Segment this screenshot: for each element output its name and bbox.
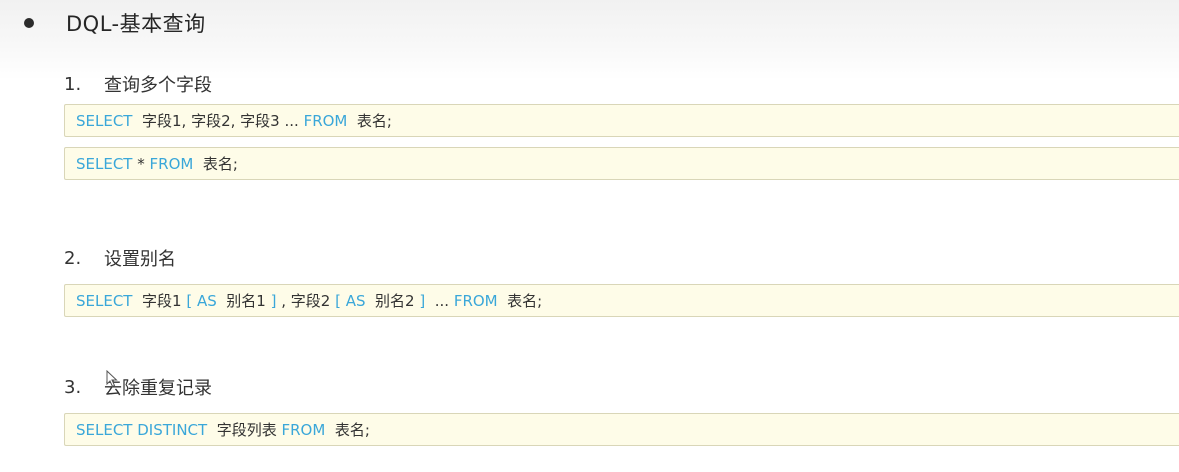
section-label: 去除重复记录	[104, 378, 212, 399]
code-block-select-fields[interactable]: SELECT 字段1, 字段2, 字段3 ... FROM 表名;	[64, 104, 1179, 137]
code-keyword: FROM	[281, 420, 326, 439]
code-keyword: FROM	[303, 111, 348, 130]
code-text: , 字段2	[276, 292, 336, 310]
code-keyword: FROM	[149, 154, 194, 173]
code-text: 别名1	[221, 292, 271, 310]
slide: DQL-基本查询 1. 查询多个字段 SELECT 字段1, 字段2, 字段3 …	[0, 0, 1179, 472]
code-text: 字段1, 字段2, 字段3 ...	[137, 112, 304, 130]
code-text: 表名;	[325, 421, 370, 439]
section-number: 1.	[64, 73, 82, 95]
code-keyword: [ AS	[186, 291, 222, 310]
section-1-title: 1. 查询多个字段	[64, 71, 212, 97]
code-text: *	[132, 154, 150, 173]
code-keyword: SELECT	[76, 154, 133, 173]
mouse-cursor-icon	[106, 370, 118, 388]
code-text: 表名;	[193, 155, 238, 173]
code-text: 字段列表	[211, 421, 282, 439]
code-keyword: [ AS	[335, 291, 371, 310]
code-text: 表名;	[347, 112, 392, 130]
code-block-alias[interactable]: SELECT 字段1 [ AS 别名1 ] , 字段2 [ AS 别名2 ] .…	[64, 284, 1179, 317]
section-2-title: 2. 设置别名	[64, 245, 176, 271]
code-text: 表名;	[497, 292, 543, 310]
code-block-select-all[interactable]: SELECT * FROM 表名;	[64, 147, 1179, 180]
section-label: 查询多个字段	[104, 75, 212, 96]
code-keyword: SELECT DISTINCT	[76, 420, 212, 439]
section-3-title: 3. 去除重复记录	[64, 374, 212, 400]
code-text: 别名2	[370, 292, 420, 310]
code-keyword: SELECT	[76, 291, 138, 310]
page-heading: DQL-基本查询	[24, 6, 206, 40]
section-number: 2.	[64, 247, 82, 269]
code-text: ...	[425, 291, 454, 310]
code-keyword: FROM	[453, 291, 498, 310]
page-title: DQL-基本查询	[66, 12, 206, 36]
code-text: 字段1	[137, 292, 187, 310]
code-keyword: SELECT	[76, 111, 138, 130]
section-number: 3.	[64, 376, 82, 398]
bullet-icon	[24, 18, 34, 28]
section-label: 设置别名	[104, 249, 176, 270]
code-block-distinct[interactable]: SELECT DISTINCT 字段列表 FROM 表名;	[64, 413, 1179, 446]
